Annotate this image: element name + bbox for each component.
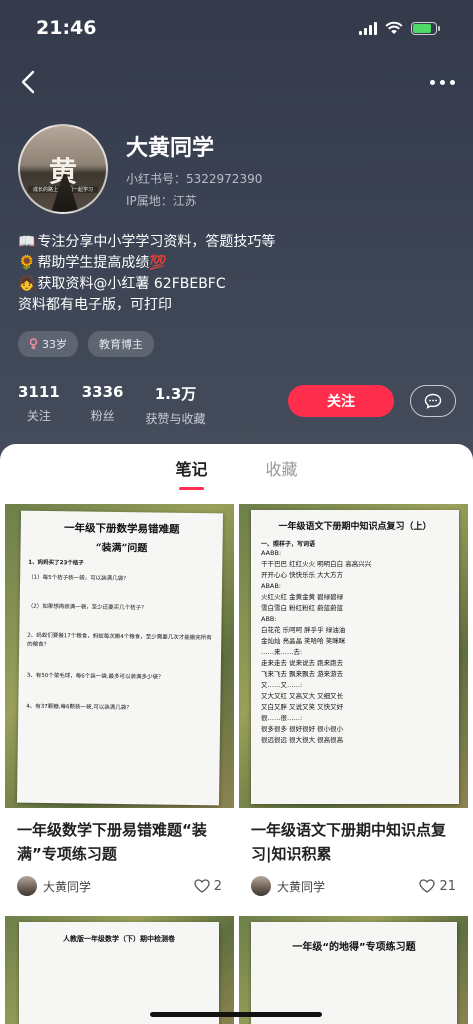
author-avatar [17, 876, 37, 896]
girl-icon: 👧 [18, 276, 36, 292]
bio-line: 👧 获取资料@小红薯 62FBEBFC [18, 274, 458, 295]
chat-bubble-icon [424, 393, 442, 409]
sunflower-icon: 🌻 [18, 255, 36, 271]
stat-following[interactable]: 3111 关注 [18, 383, 60, 427]
note-card[interactable]: 一年级语文下册期中知识点复习（上） 一、照样子，写词语 AABB: 干干巴巴 红… [239, 504, 468, 906]
user-id: 小红书号：5322972390 [126, 172, 263, 186]
note-card[interactable]: 一年级下册数学易错难题 “装满”问题 1、妈妈买了23个桔子 （1）每5个桔子装… [5, 504, 234, 906]
heart-icon [419, 879, 436, 893]
author-name: 大黄同学 [43, 879, 92, 894]
book-icon: 📖 [18, 234, 36, 250]
note-card[interactable]: 一年级“的地得”专项练习题 [239, 916, 468, 1024]
content-panel: 笔记 收藏 一年级下册数学易错难题 “装满”问题 1、妈妈买了23个桔子 （1）… [0, 444, 473, 1024]
tab-notes[interactable]: 笔记 [175, 456, 208, 490]
bio-line: 资料都有电子版，可打印 [18, 297, 172, 313]
author-avatar [251, 876, 271, 896]
more-options-icon[interactable] [430, 79, 455, 85]
message-button[interactable] [410, 385, 456, 417]
status-time: 21:46 [36, 17, 97, 39]
note-cover-image: 一年级语文下册期中知识点复习（上） 一、照样子，写词语 AABB: 干干巴巴 红… [239, 504, 468, 808]
note-title: 一年级数学下册易错难题“装满”专项练习题 [17, 821, 207, 863]
stat-followers[interactable]: 3336 粉丝 [82, 383, 124, 427]
heart-icon [194, 879, 210, 893]
note-cover-image: 一年级下册数学易错难题 “装满”问题 1、妈妈买了23个桔子 （1）每5个桔子装… [5, 504, 234, 808]
wifi-icon [385, 21, 403, 34]
ip-location: IP属地：江苏 [126, 194, 197, 208]
author-name: 大黄同学 [277, 879, 326, 894]
tab-collections[interactable]: 收藏 [266, 456, 298, 490]
like-button[interactable]: 21 [419, 879, 456, 894]
note-title: 一年级语文下册期中知识点复习|知识积累 [251, 821, 447, 863]
avatar[interactable]: 黄 成长的路上，我们一起学习 [18, 124, 108, 214]
bio-line: 📖 专注分享中小学学习资料，答题技巧等 [18, 232, 458, 253]
bio: 📖 专注分享中小学学习资料，答题技巧等 🌻 帮助学生提高成绩💯 👧 获取资料@小… [18, 232, 458, 316]
user-name: 大黄同学 [126, 136, 215, 161]
note-card[interactable]: 人教版一年级数学（下）期中检测卷 [5, 916, 234, 1024]
role-tag: 教育博主 [88, 331, 154, 357]
battery-icon [411, 21, 440, 35]
back-arrow-icon[interactable] [18, 69, 38, 95]
status-bar: 21:46 [0, 0, 473, 56]
note-cover-image: 一年级“的地得”专项练习题 [239, 916, 468, 1024]
like-button[interactable]: 2 [194, 879, 222, 894]
follow-button[interactable]: 关注 [288, 385, 394, 417]
home-indicator [150, 1012, 322, 1017]
stat-likes-collects[interactable]: 1.3万 获赞与收藏 [146, 383, 206, 427]
age-tag: 33岁 [18, 331, 78, 357]
female-icon [29, 338, 38, 350]
cellular-signal-icon [359, 21, 377, 35]
note-cover-image: 人教版一年级数学（下）期中检测卷 [5, 916, 234, 1024]
bio-line: 🌻 帮助学生提高成绩💯 [18, 253, 458, 274]
